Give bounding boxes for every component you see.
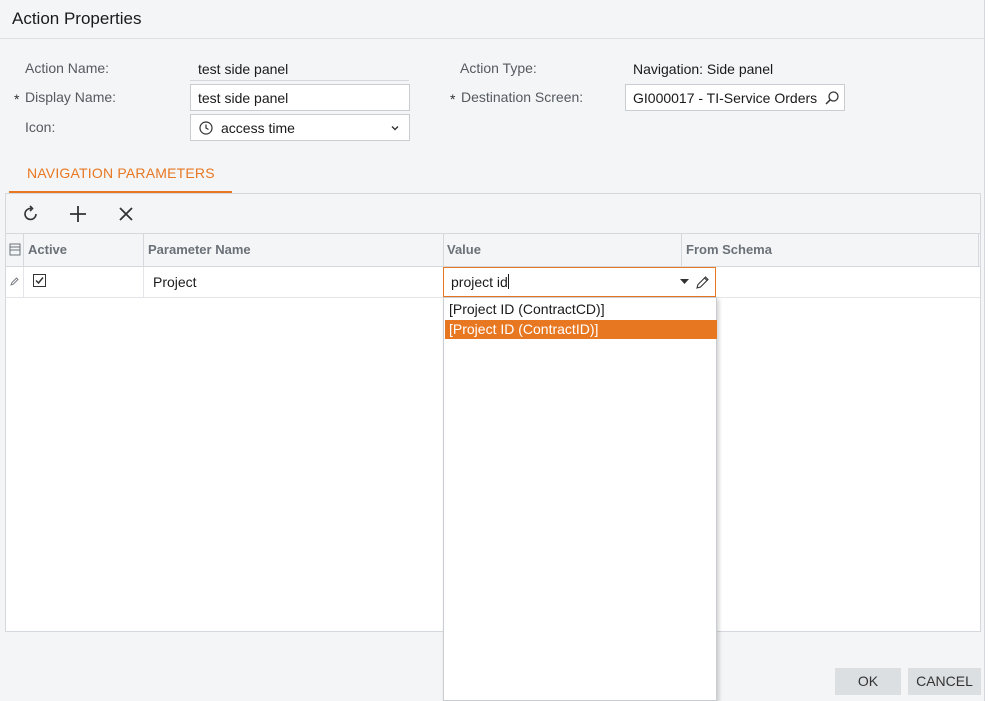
dialog-title: Action Properties: [12, 9, 142, 28]
dropdown-option-selected[interactable]: [Project ID (ContractID)]: [445, 320, 717, 339]
value-input[interactable]: project id: [443, 267, 716, 297]
column-header-parameter-name[interactable]: Parameter Name: [148, 234, 251, 267]
active-checkbox[interactable]: [33, 274, 46, 287]
refresh-button[interactable]: [19, 202, 43, 226]
required-mark: *: [14, 91, 20, 107]
dialog-right-edge: [984, 0, 988, 701]
parameter-name-cell[interactable]: Project: [153, 274, 197, 290]
clock-icon: [199, 121, 213, 135]
delete-row-button[interactable]: [114, 202, 138, 226]
search-icon[interactable]: [824, 90, 840, 106]
column-header-active[interactable]: Active: [28, 234, 67, 267]
dropdown-option[interactable]: [Project ID (ContractCD)]: [445, 300, 717, 319]
action-name-value: test side panel: [198, 61, 289, 77]
pencil-icon[interactable]: [695, 275, 710, 290]
action-name-underline: [190, 80, 409, 81]
action-type-value: Navigation: Side panel: [633, 61, 774, 77]
refresh-icon: [24, 205, 37, 221]
plus-icon: [70, 206, 86, 222]
icon-select[interactable]: access time: [190, 114, 410, 141]
action-type-label: Action Type:: [460, 60, 537, 76]
column-settings-icon[interactable]: [9, 243, 21, 256]
cancel-button[interactable]: CANCEL: [908, 668, 981, 695]
display-name-field[interactable]: test side panel: [190, 84, 410, 111]
add-row-button[interactable]: [66, 202, 90, 226]
destination-screen-value: GI000017 - TI-Service Orders: [633, 90, 818, 106]
icon-select-value: access time: [221, 120, 295, 136]
destination-screen-field[interactable]: GI000017 - TI-Service Orders: [625, 84, 845, 111]
edit-row-icon: [10, 277, 19, 286]
action-name-label: Action Name:: [25, 60, 110, 76]
destination-screen-label: Destination Screen:: [461, 89, 584, 105]
grid-toolbar: [6, 194, 980, 234]
icon-label: Icon:: [25, 119, 56, 135]
chevron-down-icon: [391, 126, 399, 131]
dialog-header: Action Properties: [0, 0, 988, 39]
display-name-label: Display Name:: [25, 89, 117, 105]
value-input-text: project id: [451, 274, 509, 290]
dropdown-arrow-icon[interactable]: [680, 279, 689, 285]
tab-navigation-parameters[interactable]: NAVIGATION PARAMETERS: [27, 165, 215, 181]
value-dropdown-list: [Project ID (ContractCD)] [Project ID (C…: [443, 297, 717, 701]
column-header-from-schema[interactable]: From Schema: [686, 234, 772, 267]
column-header-value[interactable]: Value: [447, 234, 481, 267]
grid-header: Active Parameter Name Value From Schema: [6, 234, 980, 267]
ok-button[interactable]: OK: [835, 668, 901, 695]
display-name-value: test side panel: [198, 90, 289, 106]
required-mark: *: [450, 91, 456, 107]
close-icon: [119, 207, 133, 221]
